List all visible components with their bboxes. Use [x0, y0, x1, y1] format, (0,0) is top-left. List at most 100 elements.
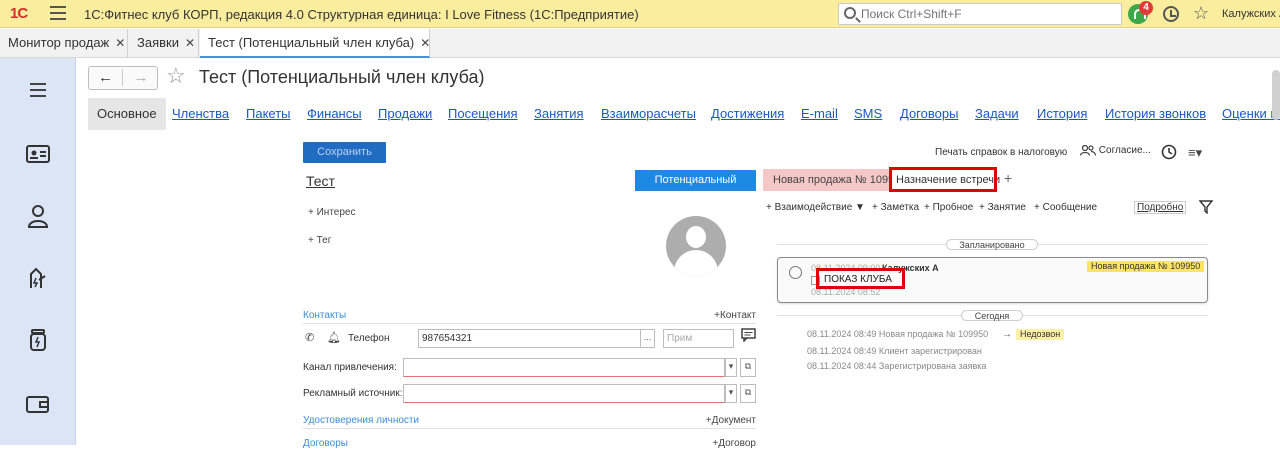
tab-achievements[interactable]: Достижения	[711, 98, 784, 130]
add-note-link[interactable]: + Заметка	[872, 202, 919, 213]
event-sale-badge[interactable]: Новая продажа № 109950	[1087, 261, 1205, 272]
payment-icon[interactable]	[24, 264, 52, 292]
print-tax-certificates-link[interactable]: Печать справок в налоговую	[935, 147, 1067, 158]
filter-icon[interactable]	[1198, 200, 1214, 215]
consent-label: Согласие...	[1098, 145, 1151, 157]
tab-label: Заявки	[137, 35, 179, 50]
channel-select[interactable]	[403, 358, 725, 377]
highlight-box	[889, 167, 997, 192]
section-tabs: Основное Членства Пакеты Финансы Продажи…	[88, 98, 1280, 130]
search-input[interactable]	[861, 6, 1111, 22]
chevron-down-icon[interactable]: ▾	[725, 384, 737, 403]
global-search[interactable]	[838, 3, 1122, 25]
user-name[interactable]: Калужских А	[1222, 8, 1280, 20]
phone-note-field[interactable]: Прим	[663, 329, 734, 348]
log-entry[interactable]: 08.11.2024 08:49 Клиент зарегистрирован	[807, 346, 982, 356]
phone-icon[interactable]: ✆	[305, 331, 314, 344]
close-icon[interactable]: ✕	[115, 29, 125, 57]
scrollbar[interactable]	[1272, 70, 1280, 120]
tab-sales-monitor[interactable]: Монитор продаж ✕	[0, 29, 128, 58]
tab-classes[interactable]: Занятия	[534, 98, 584, 130]
log-status-badge: Недозвон	[1016, 329, 1065, 340]
add-tab-button[interactable]: +	[1004, 170, 1012, 186]
tab-packages[interactable]: Пакеты	[246, 98, 291, 130]
save-button[interactable]: Сохранить	[303, 142, 386, 163]
section-divider	[303, 323, 756, 324]
tab-settlements[interactable]: Взаиморасчеты	[601, 98, 696, 130]
phone-more-button[interactable]: ...	[640, 329, 655, 348]
ad-source-select[interactable]	[403, 384, 725, 403]
add-message-link[interactable]: + Сообщение	[1034, 202, 1097, 213]
favorites-icon[interactable]: ☆	[1193, 3, 1209, 24]
log-entry[interactable]: 08.11.2024 08:49 Новая продажа № 109950	[807, 329, 988, 339]
main-menu-icon[interactable]	[50, 6, 66, 20]
close-icon[interactable]: ✕	[420, 29, 430, 57]
tab-sms[interactable]: SMS	[854, 98, 882, 130]
add-class-link[interactable]: + Занятие	[979, 202, 1026, 213]
chevron-down-icon[interactable]: ▾	[725, 358, 737, 377]
client-avatar[interactable]	[666, 216, 726, 276]
member-card-icon[interactable]	[24, 140, 52, 168]
add-interaction-label: + Взаимодействие	[766, 202, 853, 213]
section-divider	[303, 428, 756, 429]
clock-icon	[789, 266, 802, 279]
tab-visits[interactable]: Посещения	[448, 98, 518, 130]
tab-history[interactable]: История	[1037, 98, 1087, 130]
notifications-badge: 4	[1139, 1, 1153, 15]
tab-tasks[interactable]: Задачи	[975, 98, 1019, 130]
app-title: 1С:Фитнес клуб КОРП, редакция 4.0 Структ…	[84, 7, 639, 22]
phone-field[interactable]: 987654321	[418, 329, 655, 348]
tab-finance[interactable]: Финансы	[307, 98, 362, 130]
open-icon[interactable]: ⧉	[740, 358, 756, 377]
tab-main[interactable]: Основное	[88, 98, 166, 130]
contracts-section-label[interactable]: Договоры	[303, 438, 348, 449]
wallet-icon[interactable]	[24, 390, 52, 418]
bell-icon[interactable]: 🔔︎	[327, 331, 341, 344]
consent-button[interactable]: Согласие...	[1079, 144, 1151, 157]
add-favorite-icon[interactable]: ☆	[166, 63, 186, 89]
tab-call-history[interactable]: История звонков	[1105, 98, 1206, 130]
add-contact-link[interactable]: +Контакт	[700, 310, 756, 321]
close-icon[interactable]: ✕	[185, 29, 195, 57]
sections-sidebar	[0, 58, 76, 445]
comment-icon[interactable]	[741, 328, 756, 345]
tab-contracts[interactable]: Договоры	[900, 98, 958, 130]
more-menu-icon[interactable]: ≡▾	[1188, 145, 1202, 161]
staff-icon[interactable]	[24, 202, 52, 230]
tab-label: Тест (Потенциальный член клуба)	[208, 35, 415, 50]
tab-new-sale[interactable]: Новая продажа № 109950	[763, 169, 890, 191]
ids-section-label[interactable]: Удостоверения личности	[303, 415, 419, 426]
history-icon[interactable]	[1161, 144, 1177, 163]
add-interest-link[interactable]: + Интерес	[308, 207, 355, 218]
menu-icon[interactable]	[24, 76, 52, 104]
client-name[interactable]: Тест	[306, 173, 335, 189]
tab-sales[interactable]: Продажи	[378, 98, 432, 130]
users-icon	[1079, 144, 1097, 156]
history-icon[interactable]	[1163, 6, 1179, 22]
planned-label: Запланировано	[946, 239, 1038, 250]
back-button[interactable]: ←	[89, 69, 123, 86]
add-tag-link[interactable]: + Тег	[308, 235, 331, 246]
tab-client-form[interactable]: Тест (Потенциальный член клуба) ✕	[200, 29, 430, 58]
log-entry[interactable]: 08.11.2024 08:44 Зарегистрирована заявка	[807, 361, 986, 371]
tab-email[interactable]: E-mail	[801, 98, 838, 130]
tab-memberships[interactable]: Членства	[172, 98, 229, 130]
client-status-button[interactable]: Потенциальный	[635, 170, 756, 191]
add-trial-link[interactable]: + Пробное	[924, 202, 973, 213]
navigation-buttons: ← →	[88, 66, 158, 90]
highlight-box	[816, 268, 905, 289]
add-contract-link[interactable]: +Договор	[700, 438, 756, 449]
arrow-icon: →	[1002, 329, 1012, 340]
ad-source-label: Рекламный источник:	[303, 388, 403, 399]
tab-requests[interactable]: Заявки ✕	[129, 29, 199, 58]
window-tabs: Монитор продаж ✕ Заявки ✕ Тест (Потенциаль…	[0, 29, 1280, 58]
tab-label: Монитор продаж	[8, 35, 110, 50]
contacts-section-label[interactable]: Контакты	[303, 310, 346, 321]
drink-icon[interactable]	[24, 326, 52, 354]
form-title: Тест (Потенциальный член клуба)	[199, 67, 485, 87]
open-icon[interactable]: ⧉	[740, 384, 756, 403]
forward-button[interactable]: →	[124, 69, 158, 86]
add-interaction-link[interactable]: + Взаимодействие ▼	[766, 202, 865, 213]
details-link[interactable]: Подробно	[1134, 201, 1187, 214]
add-document-link[interactable]: +Документ	[690, 415, 756, 426]
